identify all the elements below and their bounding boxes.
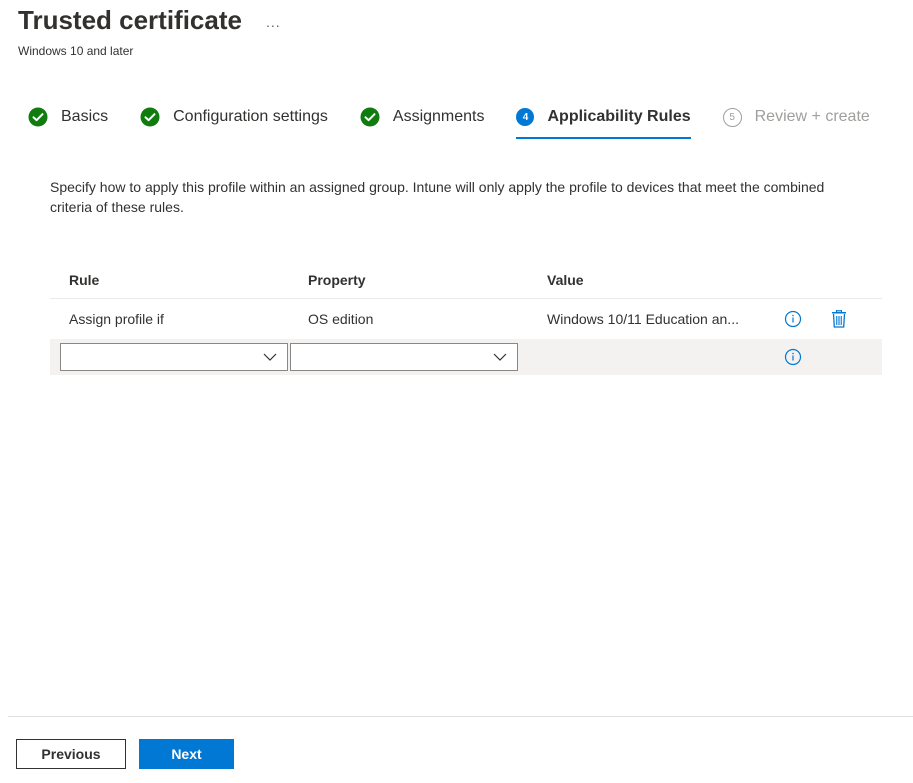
cell-value: Windows 10/11 Education an... bbox=[547, 311, 739, 327]
step-label: Review + create bbox=[754, 108, 870, 125]
previous-button[interactable]: Previous bbox=[16, 739, 126, 769]
step-label: Applicability Rules bbox=[547, 108, 691, 125]
column-header-property: Property bbox=[308, 272, 366, 288]
table-header: Rule Property Value bbox=[50, 262, 882, 299]
check-circle-icon bbox=[360, 107, 380, 127]
footer-divider bbox=[8, 716, 913, 717]
property-dropdown[interactable] bbox=[290, 343, 518, 371]
more-options-button[interactable]: ... bbox=[266, 14, 281, 30]
next-button[interactable]: Next bbox=[139, 739, 234, 769]
check-circle-icon bbox=[140, 107, 160, 127]
page: Trusted certificate ... Windows 10 and l… bbox=[0, 0, 913, 783]
cell-property: OS edition bbox=[308, 311, 374, 327]
cell-rule: Assign profile if bbox=[69, 311, 164, 327]
page-title: Trusted certificate bbox=[18, 5, 242, 35]
description-text: Specify how to apply this profile within… bbox=[50, 179, 825, 215]
column-header-rule: Rule bbox=[69, 272, 100, 288]
info-icon[interactable] bbox=[770, 348, 816, 366]
delete-icon[interactable] bbox=[816, 310, 862, 328]
step-label: Configuration settings bbox=[173, 108, 328, 125]
rule-dropdown[interactable] bbox=[60, 343, 288, 371]
wizard-steps: Basics Configuration settings Assignment… bbox=[28, 104, 902, 139]
table-row: Assign profile if OS edition Windows 10/… bbox=[50, 299, 882, 339]
page-subtitle: Windows 10 and later bbox=[18, 44, 134, 58]
chevron-down-icon bbox=[263, 353, 277, 361]
step-review-create: 5 Review + create bbox=[722, 104, 870, 130]
step-configuration-settings[interactable]: Configuration settings bbox=[140, 104, 328, 130]
info-icon[interactable] bbox=[770, 310, 816, 328]
step-label: Assignments bbox=[392, 108, 485, 125]
step-basics[interactable]: Basics bbox=[28, 104, 108, 130]
rules-table: Rule Property Value Assign profile if OS… bbox=[50, 262, 882, 375]
step-number-badge: 4 bbox=[516, 108, 535, 126]
step-applicability-rules[interactable]: 4 Applicability Rules bbox=[516, 104, 691, 139]
step-number-badge: 5 bbox=[722, 107, 742, 127]
check-circle-icon bbox=[28, 107, 48, 127]
step-label: Basics bbox=[61, 108, 109, 125]
chevron-down-icon bbox=[493, 353, 507, 361]
step-assignments[interactable]: Assignments bbox=[360, 104, 485, 130]
title-row: Trusted certificate ... bbox=[18, 2, 281, 38]
column-header-value: Value bbox=[547, 272, 584, 288]
new-rule-row bbox=[50, 339, 882, 375]
